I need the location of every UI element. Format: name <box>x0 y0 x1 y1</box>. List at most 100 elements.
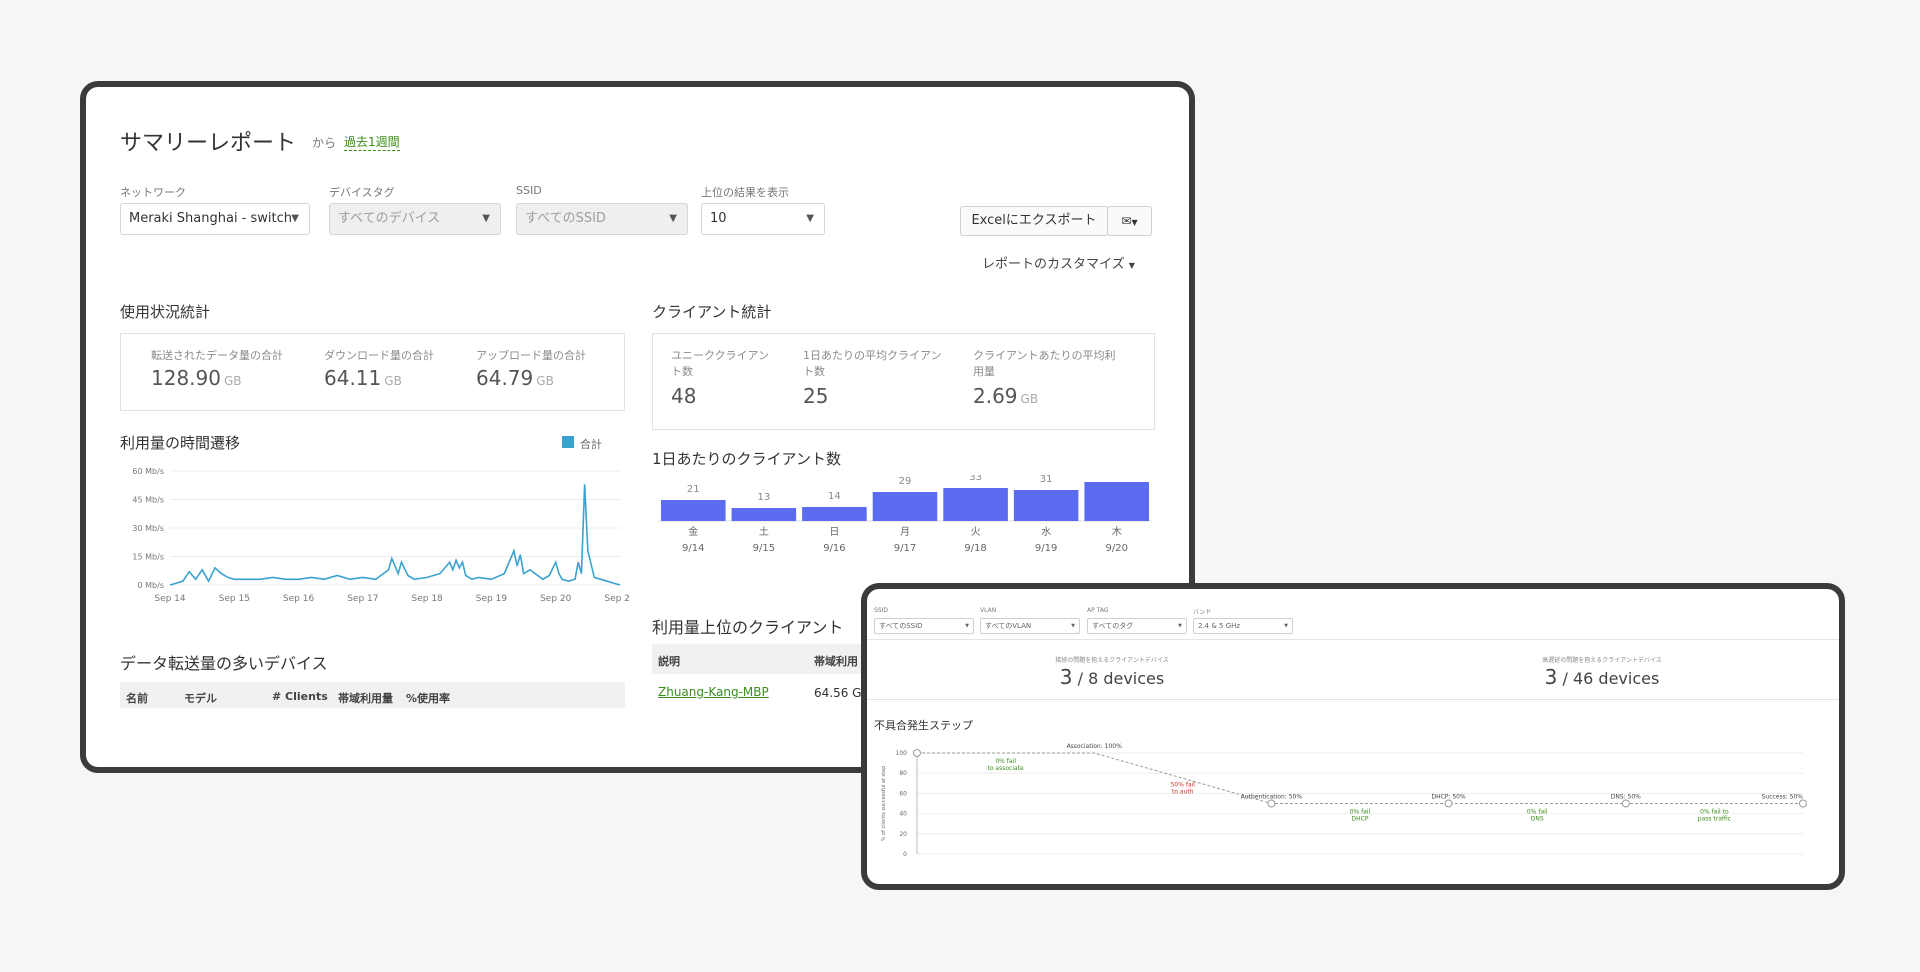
usage-line-chart: 60 Mb/s 45 Mb/s 30 Mb/s 15 Mb/s 0 Mb/s Sep 14… <box>132 467 630 604</box>
step-label: Association: 100% <box>1067 743 1123 750</box>
band-dropdown[interactable]: 2.4 & 5 GHz ▼ <box>1193 618 1293 634</box>
x-tick-label: Sep 15 <box>219 594 250 604</box>
col-model[interactable]: モデル <box>184 690 217 706</box>
fail-label-detail: to auth <box>1172 788 1194 795</box>
network-dropdown-value: Meraki Shanghai - switch <box>129 211 293 226</box>
device-tag-dropdown-value: すべてのデバイス <box>338 211 441 226</box>
fail-label-detail: pass traffic <box>1698 816 1731 823</box>
y-tick-label: 0 <box>903 851 907 858</box>
ap-tag-dropdown[interactable]: すべてのタグ ▼ <box>1087 618 1187 634</box>
bar <box>872 492 938 521</box>
fail-label: 0% fail <box>1527 809 1548 816</box>
col-description[interactable]: 説明 <box>658 653 680 669</box>
export-excel-button[interactable]: Excelにエクスポート <box>960 206 1108 236</box>
clients-bar-chart: 21 金 9/14 13 土 9/15 14 日 9/16 29 月 9/17 33 火 9/18 31 水 9/… <box>658 475 1152 554</box>
clients-chart-title: 1日あたりのクライアント数 <box>652 450 841 468</box>
chevron-down-icon: ▼ <box>806 213 814 224</box>
fail-label: 50% fail <box>1171 781 1196 788</box>
time-range-selector[interactable]: 過去1週間 <box>344 133 400 151</box>
chevron-down-icon: ▼ <box>1131 218 1138 227</box>
col-usage-percent[interactable]: %使用率 <box>406 690 450 706</box>
legend-swatch <box>562 436 574 448</box>
funnel-line <box>917 752 1803 804</box>
unique-clients-value: 48 <box>671 384 697 408</box>
col-client-bandwidth[interactable]: 帯域利用 <box>814 653 858 669</box>
failure-steps-chart: 100 80 60 40 20 0 % of clients successful at s… <box>881 743 1807 858</box>
top-results-dropdown[interactable]: 10 ▼ <box>701 203 825 235</box>
y-tick-label: 15 Mb/s <box>132 553 164 562</box>
x-date-label: 9/18 <box>964 543 986 554</box>
envelope-icon: ✉ <box>1121 214 1132 228</box>
divider <box>867 699 1839 700</box>
network-dropdown[interactable]: Meraki Shanghai - switch ▼ <box>120 203 310 235</box>
total-transfer-label: 転送されたデータ量の合計 <box>151 349 283 362</box>
chevron-down-icon: ▼ <box>1071 623 1075 629</box>
avg-usage-per-client-value: 2.69 GB <box>973 384 1039 408</box>
step-point <box>1444 799 1453 808</box>
x-date-label: 9/19 <box>1035 543 1057 554</box>
x-date-label: 9/16 <box>823 543 845 554</box>
bar-value-label: 14 <box>828 491 841 502</box>
y-tick-label: 30 Mb/s <box>132 524 164 533</box>
client-stats-card: ユニーククライアン ト数 48 1日あたりの平均クライアン ト数 25 クライアント… <box>652 333 1155 430</box>
step-label: Authentication: 50% <box>1241 794 1303 801</box>
ssid-dropdown[interactable]: すべてのSSID ▼ <box>874 618 974 634</box>
ssid-dropdown-value: すべてのSSID <box>525 211 606 226</box>
devices-table-header: 名前 モデル # Clients 帯域利用量 %使用率 <box>120 682 625 708</box>
x-tick-label: 水 <box>1041 526 1051 538</box>
col-name[interactable]: 名前 <box>126 690 148 706</box>
usage-chart-title: 利用量の時間遷移 <box>120 434 241 452</box>
vlan-filter-label: VLAN <box>980 607 997 614</box>
device-tag-dropdown[interactable]: すべてのデバイス ▼ <box>329 203 501 235</box>
divider <box>867 639 1839 640</box>
chevron-down-icon: ▼ <box>482 213 490 224</box>
ssid-dropdown[interactable]: すべてのSSID ▼ <box>516 203 688 235</box>
x-date-label: 9/14 <box>682 543 704 554</box>
x-tick-label: 日 <box>829 527 839 538</box>
x-tick-label: Sep 14 <box>154 594 186 604</box>
col-bandwidth[interactable]: 帯域利用量 <box>338 690 393 706</box>
band-filter-label: バンド <box>1193 609 1212 616</box>
caret-down-icon: ▼ <box>1128 261 1135 270</box>
usage-stats-card: 転送されたデータ量の合計 128.90 GB ダウンロード量の合計 64.11 GB… <box>120 333 625 411</box>
x-tick-label: 金 <box>688 525 698 538</box>
chevron-down-icon: ▼ <box>965 623 969 629</box>
bar-value-label: 13 <box>757 492 770 503</box>
email-menu-button[interactable]: ✉▼ <box>1107 206 1152 236</box>
x-tick-label: 火 <box>971 526 981 538</box>
x-tick-label: 月 <box>900 526 910 538</box>
y-tick-label: 20 <box>899 831 907 838</box>
network-filter-label: ネットワーク <box>120 186 186 199</box>
title-from-label: から <box>312 136 337 150</box>
fail-label-detail: to associate <box>987 765 1024 772</box>
ssid-filter-label: SSID <box>516 184 542 197</box>
x-tick-label: Sep 18 <box>412 594 444 604</box>
client-stats-title: クライアント統計 <box>652 303 772 321</box>
page-title: サマリーレポート <box>120 131 297 156</box>
client-link[interactable]: Zhuang-Kang-MBP <box>658 685 769 699</box>
fail-label: 0% fail to <box>1700 809 1729 816</box>
vlan-dropdown[interactable]: すべてのVLAN ▼ <box>980 618 1080 634</box>
chevron-down-icon: ▼ <box>669 213 677 224</box>
col-clients[interactable]: # Clients <box>272 690 328 703</box>
step-label: DNS: 50% <box>1611 794 1641 801</box>
device-tag-filter-label: デバイスタグ <box>329 186 395 199</box>
ap-tag-filter-label: AP TAG <box>1087 607 1109 614</box>
x-tick-label: Sep 16 <box>283 594 315 604</box>
y-tick-label: 40 <box>899 811 907 818</box>
avg-daily-clients-value: 25 <box>803 384 829 408</box>
y-tick-label: 60 Mb/s <box>132 467 164 476</box>
bar-value-label: 21 <box>687 484 700 495</box>
upload-total-label: アップロード量の合計 <box>476 349 586 362</box>
download-total-label: ダウンロード量の合計 <box>324 349 434 362</box>
fail-label: 0% fail <box>995 758 1016 765</box>
step-point <box>1799 799 1807 808</box>
customize-report-label: レポートのカスタマイズ <box>982 257 1125 272</box>
bar <box>1013 490 1079 521</box>
chevron-down-icon: ▼ <box>1284 623 1288 629</box>
devices-title: データ転送量の多いデバイス <box>120 654 328 673</box>
customize-report-link[interactable]: レポートのカスタマイズ ▼ <box>982 253 1135 272</box>
bar <box>1084 482 1149 521</box>
top-results-dropdown-value: 10 <box>710 211 727 226</box>
x-tick-label: 木 <box>1112 526 1122 538</box>
